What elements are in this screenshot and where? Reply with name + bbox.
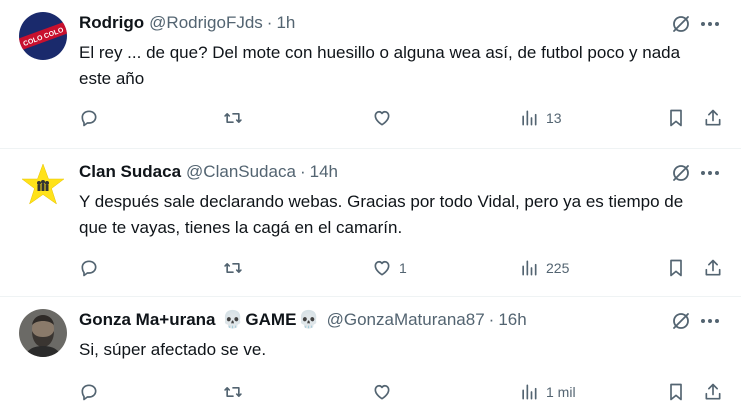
timestamp[interactable]: 14h xyxy=(310,161,338,183)
tweet-clan-sudaca[interactable]: Clan Sudaca @ClanSudaca · 14h Y después … xyxy=(0,149,741,297)
reply-icon xyxy=(81,110,97,127)
views-count: 13 xyxy=(546,110,562,126)
like-count: 1 xyxy=(399,260,407,276)
tweet-header: Rodrigo @RodrigoFJds · 1h xyxy=(79,12,295,34)
timestamp[interactable]: 16h xyxy=(498,309,526,331)
separator-dot: · xyxy=(266,13,273,32)
like-icon xyxy=(374,260,390,276)
tweet-gonza-maturana[interactable]: Gonza Ma+urana 💀 GAME 💀 @GonzaMaturana87 ·… xyxy=(0,297,741,416)
share-icon xyxy=(705,109,721,126)
bookmark-button[interactable] xyxy=(666,256,686,280)
star-avatar-icon xyxy=(19,161,67,209)
grok-icon[interactable] xyxy=(671,163,691,183)
views-button[interactable]: 13 xyxy=(519,106,562,130)
share-button[interactable] xyxy=(703,380,723,404)
views-button[interactable]: 225 xyxy=(519,256,569,280)
retweet-button[interactable] xyxy=(223,256,243,280)
retweet-button[interactable] xyxy=(223,380,243,404)
like-button[interactable] xyxy=(372,380,399,404)
like-button[interactable]: 1 xyxy=(372,256,407,280)
avatar[interactable]: COLO COLO xyxy=(19,12,67,60)
more-icon[interactable] xyxy=(699,14,721,34)
reply-icon xyxy=(81,260,97,277)
display-name[interactable]: Clan Sudaca xyxy=(79,161,181,183)
action-bar: 1 225 xyxy=(79,256,729,280)
grok-icon[interactable] xyxy=(671,14,691,34)
separator-dot: · xyxy=(488,310,495,329)
like-icon xyxy=(374,110,390,126)
like-icon xyxy=(374,384,390,400)
display-name[interactable]: Gonza Ma+urana 💀 GAME 💀 xyxy=(79,309,322,331)
portrait-avatar-icon xyxy=(19,309,67,357)
share-icon xyxy=(705,383,721,400)
bookmark-button[interactable] xyxy=(666,106,686,130)
timestamp[interactable]: 1h xyxy=(276,12,295,34)
tweet-rodrigo[interactable]: COLO COLO Rodrigo @RodrigoFJds · 1h El r… xyxy=(0,0,741,149)
tweet-header: Gonza Ma+urana 💀 GAME 💀 @GonzaMaturana87 ·… xyxy=(79,309,527,331)
tweet-text: Y después sale declarando webas. Gracias… xyxy=(79,192,684,237)
skull-emoji-icon: 💀 xyxy=(222,310,244,329)
bookmark-icon xyxy=(670,109,682,127)
more-icon[interactable] xyxy=(699,163,721,183)
tweet-text: Si, súper afectado se ve. xyxy=(79,340,267,359)
reply-button[interactable] xyxy=(79,256,99,280)
tweet-text: El rey ... de que? Del mote con huesillo… xyxy=(79,43,681,88)
avatar[interactable] xyxy=(19,161,67,209)
bookmark-button[interactable] xyxy=(666,380,686,404)
colo-colo-avatar-icon: COLO COLO xyxy=(19,12,67,60)
retweet-icon xyxy=(224,263,242,273)
display-name-part2: GAME xyxy=(245,310,297,329)
display-name[interactable]: Rodrigo xyxy=(79,12,144,34)
views-count: 1 mil xyxy=(546,384,576,400)
tweet-header: Clan Sudaca @ClanSudaca · 14h xyxy=(79,161,338,183)
share-button[interactable] xyxy=(703,106,723,130)
avatar[interactable] xyxy=(19,309,67,357)
retweet-icon xyxy=(224,113,242,123)
user-handle[interactable]: @ClanSudaca xyxy=(186,161,296,183)
views-button[interactable]: 1 mil xyxy=(519,380,576,404)
retweet-icon xyxy=(224,387,242,397)
display-name-part1: Gonza Ma+urana xyxy=(79,310,216,329)
views-icon xyxy=(522,260,537,276)
like-button[interactable] xyxy=(372,106,399,130)
share-button[interactable] xyxy=(703,256,723,280)
reply-icon xyxy=(81,384,97,401)
skull-emoji-icon: 💀 xyxy=(298,310,320,329)
retweet-button[interactable] xyxy=(223,106,243,130)
action-bar: 1 mil xyxy=(79,380,729,404)
views-icon xyxy=(522,110,537,126)
share-icon xyxy=(705,259,721,276)
grok-icon[interactable] xyxy=(671,311,691,331)
views-count: 225 xyxy=(546,260,570,276)
reply-button[interactable] xyxy=(79,380,99,404)
user-handle[interactable]: @RodrigoFJds xyxy=(149,12,263,34)
bookmark-icon xyxy=(670,383,682,401)
action-bar: 13 xyxy=(79,106,729,130)
user-handle[interactable]: @GonzaMaturana87 xyxy=(327,309,485,331)
more-icon[interactable] xyxy=(699,311,721,331)
views-icon xyxy=(522,384,537,400)
reply-button[interactable] xyxy=(79,106,99,130)
bookmark-icon xyxy=(670,259,682,277)
separator-dot: · xyxy=(299,162,306,181)
